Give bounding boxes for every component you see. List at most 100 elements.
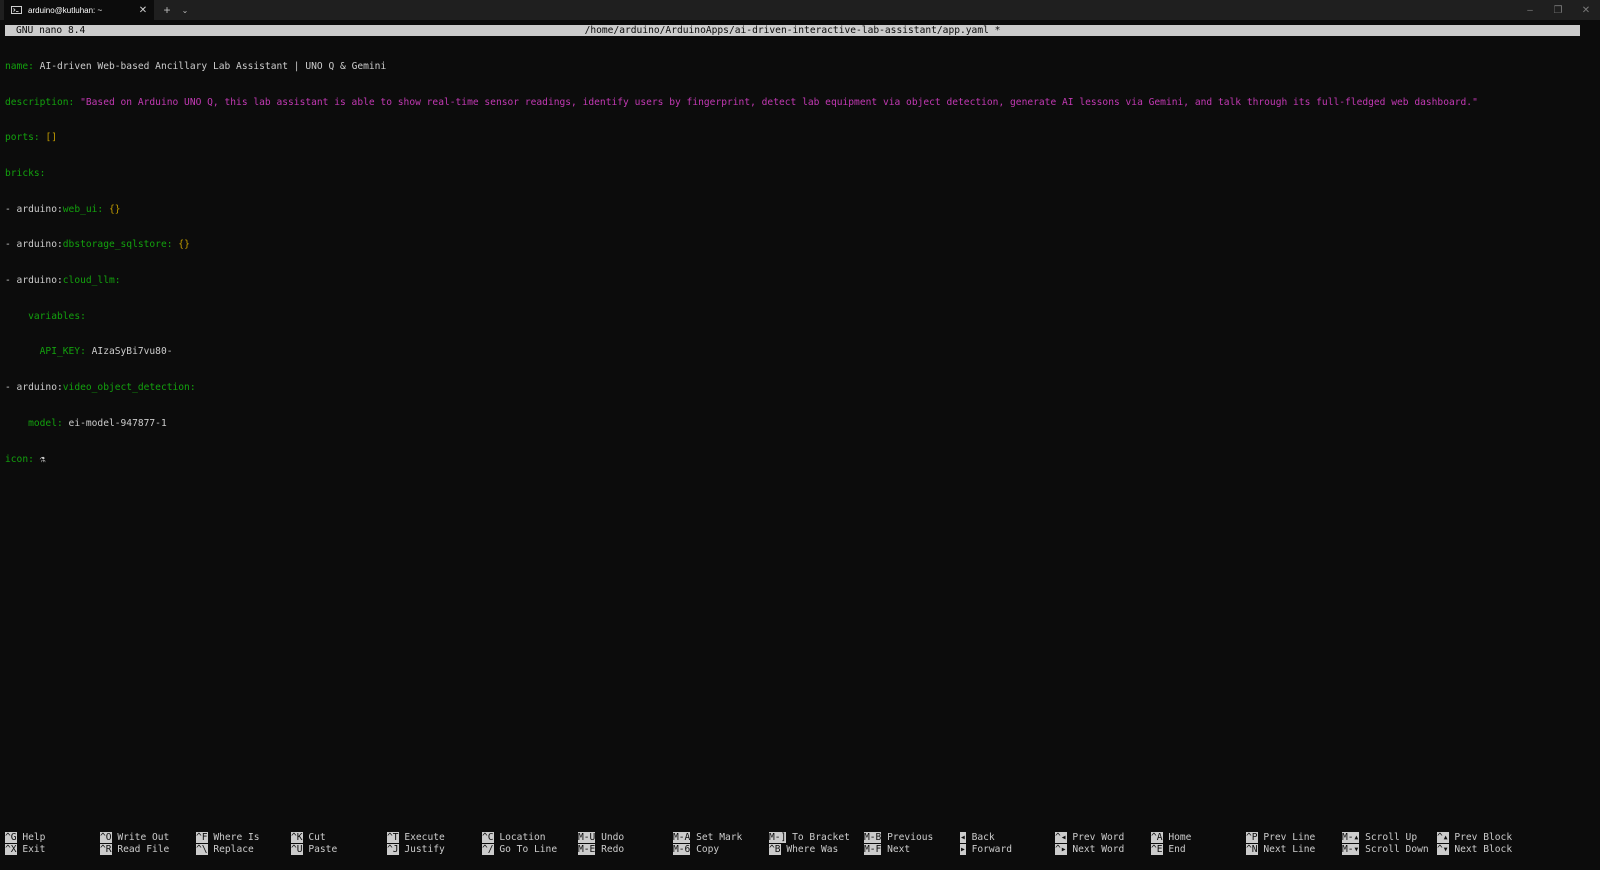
shortcut-item[interactable]: M-U Undo <box>578 832 624 844</box>
window-controls: – ❐ ✕ <box>1516 0 1600 20</box>
shortcut-key: ^X <box>5 843 17 855</box>
shortcut-item[interactable]: ^◂ Prev Word <box>1055 832 1124 844</box>
shortcut-item[interactable]: M-] To Bracket <box>769 832 850 844</box>
shortcut-label: Next Word <box>1072 843 1125 855</box>
shortcut-key: ^J <box>387 843 399 855</box>
shortcut-item[interactable]: M-▾ Scroll Down <box>1342 843 1429 856</box>
shortcut-label: Next Block <box>1454 843 1513 855</box>
shortcut-item[interactable]: M-E Redo <box>578 843 624 856</box>
shortcut-key: ^/ <box>482 843 494 855</box>
editor-line-icon: icon: ⚗ <box>5 454 1595 466</box>
shortcut-key: M-B <box>864 832 882 843</box>
brick-prefix: - arduino: <box>5 382 63 394</box>
shortcut-key: ^U <box>291 843 303 855</box>
shortcut-item[interactable]: M-B Previous <box>864 832 933 844</box>
shortcut-label: Forward <box>971 843 1012 855</box>
editor-line-variables: variables: <box>5 311 1595 323</box>
shortcut-label: Execute <box>404 832 445 843</box>
shortcut-label: Scroll Down <box>1365 843 1429 855</box>
editor-line-ports: ports: [] <box>5 132 1595 144</box>
shortcut-label: Paste <box>308 843 338 855</box>
shortcut-item[interactable]: ^▾ Next Block <box>1437 843 1513 856</box>
shortcut-key: ^E <box>1151 843 1163 855</box>
shortcut-label: Prev Block <box>1454 832 1513 843</box>
shortcut-item[interactable]: ^U Paste <box>291 843 338 856</box>
title-bar: arduino@kutluhan: ~ ✕ + ⌄ – ❐ ✕ <box>0 0 1600 20</box>
tab-terminal[interactable]: arduino@kutluhan: ~ ✕ <box>4 0 154 20</box>
editor-line-brick-dbstorage: - arduino:dbstorage_sqlstore: {} <box>5 239 1595 251</box>
shortcut-item[interactable]: M-6 Copy <box>673 843 719 856</box>
shortcut-item[interactable]: ^/ Go To Line <box>482 843 557 856</box>
shortcut-label: Back <box>971 832 995 843</box>
shortcut-key: ^▾ <box>1437 843 1449 855</box>
shortcut-label: Read File <box>117 843 170 855</box>
yaml-bracket: {} <box>108 203 121 215</box>
editor-line-brick-web-ui: - arduino:web_ui: {} <box>5 204 1595 216</box>
shortcut-key: ^K <box>291 832 303 843</box>
yaml-value: AI-driven Web-based Ancillary Lab Assist… <box>33 60 387 72</box>
file-path: /home/arduino/ArduinoApps/ai-driven-inte… <box>584 25 1001 36</box>
shortcut-key: M-U <box>578 832 596 843</box>
minimize-button[interactable]: – <box>1516 0 1544 20</box>
shortcut-item[interactable]: ^F Where Is <box>196 832 260 844</box>
shortcut-item[interactable]: ^K Cut <box>291 832 326 844</box>
shortcut-key: ^F <box>196 832 208 843</box>
flask-icon: ⚗ <box>33 453 46 465</box>
shortcut-item[interactable]: ▸ Forward <box>960 843 1012 856</box>
shortcut-item[interactable]: ^X Exit <box>5 843 46 856</box>
shortcut-label: Prev Line <box>1263 832 1316 843</box>
shortcut-item[interactable]: ^A Home <box>1151 832 1191 844</box>
shortcut-key: ^T <box>387 832 399 843</box>
yaml-key: bricks: <box>5 167 46 179</box>
close-icon[interactable]: ✕ <box>136 3 150 17</box>
shortcut-key: ^N <box>1246 843 1258 855</box>
shortcut-key: ^▴ <box>1437 832 1449 843</box>
brick-name: dbstorage_sqlstore: <box>62 239 173 251</box>
shortcut-key: M-6 <box>673 843 691 855</box>
terminal-icon <box>11 6 22 14</box>
shortcut-item[interactable]: M-A Set Mark <box>673 832 742 844</box>
shortcut-item[interactable]: ^▴ Prev Block <box>1437 832 1512 844</box>
editor-area[interactable]: name: AI-driven Web-based Ancillary Lab … <box>5 37 1595 489</box>
shortcut-key: M-▾ <box>1342 843 1360 855</box>
chevron-down-icon[interactable]: ⌄ <box>176 1 194 19</box>
shortcut-label: Exit <box>22 843 46 855</box>
shortcut-key: ^B <box>769 843 781 855</box>
yaml-key: model: <box>28 417 63 429</box>
shortcut-key: M-▴ <box>1342 832 1360 843</box>
yaml-value: AIzaSyBi7vu80- <box>85 346 173 358</box>
yaml-key: icon: <box>5 453 34 465</box>
close-window-button[interactable]: ✕ <box>1572 0 1600 20</box>
shortcut-label: Undo <box>601 832 625 843</box>
shortcut-item[interactable]: ^T Execute <box>387 832 445 844</box>
shortcut-label: To Bracket <box>792 832 850 843</box>
shortcut-item[interactable]: ^C Location <box>482 832 546 844</box>
shortcut-label: Where Was <box>786 843 839 855</box>
brick-name: video_object_detection: <box>62 382 196 394</box>
shortcut-item[interactable]: ^▸ Next Word <box>1055 843 1125 856</box>
shortcut-item[interactable]: ^E End <box>1151 843 1186 856</box>
shortcut-item[interactable]: ^P Prev Line <box>1246 832 1315 844</box>
tab-title: arduino@kutluhan: ~ <box>28 5 103 15</box>
yaml-bracket: [] <box>45 132 57 144</box>
shortcut-key: M-E <box>578 843 596 855</box>
yaml-bracket: {} <box>178 239 190 251</box>
new-tab-button[interactable]: + <box>158 1 176 19</box>
shortcut-label: Prev Word <box>1072 832 1125 843</box>
shortcut-item[interactable]: ^O Write Out <box>100 832 169 844</box>
shortcut-item[interactable]: ^B Where Was <box>769 843 839 856</box>
yaml-key: ports: <box>5 132 40 144</box>
shortcut-item[interactable]: M-F Next <box>864 843 910 856</box>
shortcut-item[interactable]: ^\ Replace <box>196 843 254 856</box>
shortcut-item[interactable]: ^G Help <box>5 832 45 844</box>
shortcut-item[interactable]: ◂ Back <box>960 832 995 844</box>
restore-button[interactable]: ❐ <box>1544 0 1572 20</box>
shortcut-item[interactable]: M-▴ Scroll Up <box>1342 832 1417 844</box>
shortcut-item[interactable]: ^R Read File <box>100 843 170 856</box>
shortcut-item[interactable]: ^J Justify <box>387 843 445 856</box>
shortcut-item[interactable]: ^N Next Line <box>1246 843 1315 856</box>
shortcut-key: ^C <box>482 832 494 843</box>
yaml-value: ei-model-947877-1 <box>62 417 167 429</box>
editor-line-bricks: bricks: <box>5 168 1595 180</box>
shortcut-label: Scroll Up <box>1365 832 1418 843</box>
